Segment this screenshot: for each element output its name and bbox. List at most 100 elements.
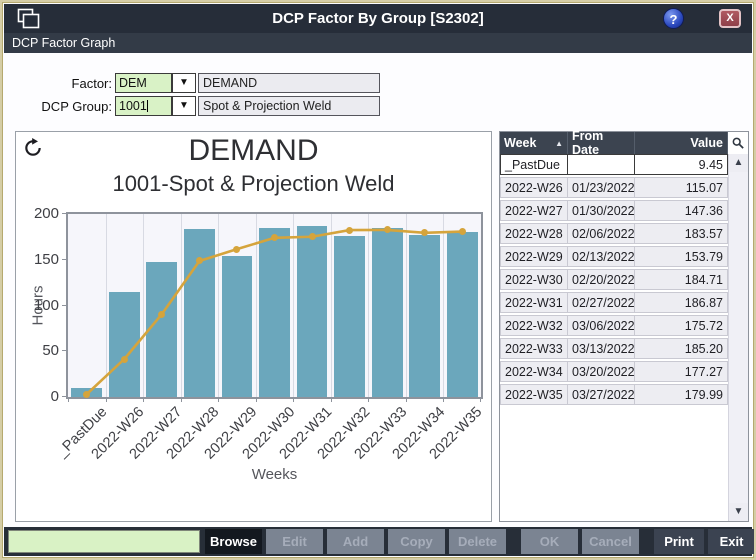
x-tick-mark [143, 397, 144, 402]
vertical-scrollbar[interactable]: ▲ ▼ [728, 154, 748, 521]
ok-button: OK [521, 529, 578, 554]
y-tick-mark [62, 350, 68, 351]
app-bar-title: DCP Factor Graph [4, 33, 752, 53]
table-row[interactable]: 2022-W2902/13/2022153.79 [500, 246, 728, 267]
x-tick-mark [406, 397, 407, 402]
cell-value: 184.71 [635, 269, 728, 290]
chart-panel: DEMAND 1001-Spot & Projection Weld Hours… [15, 131, 492, 522]
delete-button: Delete [449, 529, 506, 554]
cell-value: 9.45 [635, 154, 728, 175]
factor-dropdown-icon[interactable]: ▼ [172, 73, 196, 93]
cell-value: 175.72 [635, 315, 728, 336]
y-tick-mark [62, 259, 68, 260]
cell-date: 03/13/2022 [568, 338, 635, 359]
line-marker [346, 227, 353, 234]
cell-week: 2022-W27 [500, 200, 568, 221]
toolbar-buttons: BrowseEditAddCopyDelete OKCancel PrintExit [205, 529, 755, 554]
x-tick-mark [368, 397, 369, 402]
cell-value: 147.36 [635, 200, 728, 221]
browse-button[interactable]: Browse [205, 529, 262, 554]
exit-button[interactable]: Exit [708, 529, 755, 554]
cell-week: 2022-W28 [500, 223, 568, 244]
dcp-group-name-field: Spot & Projection Weld [198, 96, 380, 116]
table-header: Week▲ From Date Value [500, 132, 748, 154]
scroll-down-icon[interactable]: ▼ [729, 503, 748, 521]
data-table: Week▲ From Date Value _PastDue9.452022-W… [499, 131, 749, 522]
chart-subtitle: 1001-Spot & Projection Weld [16, 171, 491, 197]
column-header-value[interactable]: Value [635, 132, 728, 154]
line-marker [83, 391, 90, 398]
cell-week: 2022-W33 [500, 338, 568, 359]
search-icon[interactable] [728, 132, 748, 154]
dcp-group-dropdown-icon[interactable]: ▼ [172, 96, 196, 116]
line-marker [158, 311, 165, 318]
cell-date [568, 154, 635, 175]
text-cursor [147, 100, 148, 112]
status-input[interactable] [8, 530, 200, 553]
y-tick-label: 50 [19, 342, 59, 359]
dcp-group-code-input[interactable]: 1001 [115, 96, 172, 116]
cell-value: 177.27 [635, 361, 728, 382]
table-row[interactable]: 2022-W2802/06/2022183.57 [500, 223, 728, 244]
table-row[interactable]: 2022-W3102/27/2022186.87 [500, 292, 728, 313]
line-marker [121, 356, 128, 363]
bottom-toolbar: BrowseEditAddCopyDelete OKCancel PrintExit [4, 527, 752, 556]
table-body: _PastDue9.452022-W2601/23/2022115.072022… [500, 154, 728, 521]
y-tick-label: 150 [19, 251, 59, 268]
table-row[interactable]: 2022-W3002/20/2022184.71 [500, 269, 728, 290]
cell-value: 153.79 [635, 246, 728, 267]
cell-date: 03/27/2022 [568, 384, 635, 405]
line-marker [459, 228, 466, 235]
cell-date: 02/20/2022 [568, 269, 635, 290]
cell-value: 186.87 [635, 292, 728, 313]
table-row[interactable]: 2022-W3403/20/2022177.27 [500, 361, 728, 382]
cancel-button: Cancel [582, 529, 639, 554]
y-tick-label: 0 [19, 388, 59, 405]
cell-week: 2022-W35 [500, 384, 568, 405]
cell-value: 115.07 [635, 177, 728, 198]
title-bar: DCP Factor By Group [S2302] ? X [4, 4, 752, 33]
x-tick-mark [443, 397, 444, 402]
cell-value: 183.57 [635, 223, 728, 244]
x-tick-mark [331, 397, 332, 402]
chart-title: DEMAND [16, 134, 491, 168]
cascade-windows-icon[interactable] [17, 8, 41, 30]
table-row[interactable]: 2022-W2601/23/2022115.07 [500, 177, 728, 198]
x-tick-mark [256, 397, 257, 402]
cell-week: 2022-W34 [500, 361, 568, 382]
factor-code-input[interactable]: DEM [115, 73, 172, 93]
sort-asc-icon: ▲ [555, 139, 563, 148]
table-row[interactable]: 2022-W3503/27/2022179.99 [500, 384, 728, 405]
cell-value: 179.99 [635, 384, 728, 405]
table-row[interactable]: _PastDue9.45 [500, 154, 728, 175]
table-row[interactable]: 2022-W3203/06/2022175.72 [500, 315, 728, 336]
cell-date: 03/06/2022 [568, 315, 635, 336]
x-tick-mark [106, 397, 107, 402]
cell-week: 2022-W31 [500, 292, 568, 313]
cell-date: 03/20/2022 [568, 361, 635, 382]
cell-week: 2022-W29 [500, 246, 568, 267]
help-button[interactable]: ? [663, 8, 684, 29]
cell-value: 185.20 [635, 338, 728, 359]
copy-button: Copy [388, 529, 445, 554]
y-tick-label: 100 [19, 297, 59, 314]
add-button: Add [327, 529, 384, 554]
table-row[interactable]: 2022-W3303/13/2022185.20 [500, 338, 728, 359]
table-row[interactable]: 2022-W2701/30/2022147.36 [500, 200, 728, 221]
print-button[interactable]: Print [654, 529, 704, 554]
cell-date: 01/30/2022 [568, 200, 635, 221]
y-tick-mark [62, 213, 68, 214]
edit-button: Edit [266, 529, 323, 554]
x-tick-mark [293, 397, 294, 402]
factor-name-field: DEMAND [198, 73, 380, 93]
y-tick-mark [62, 305, 68, 306]
plot-area: Hours Weeks Factor Value3 Weeks Average … [66, 212, 483, 399]
column-header-week[interactable]: Week▲ [500, 132, 568, 154]
close-button[interactable]: X [719, 9, 741, 28]
cell-date: 02/27/2022 [568, 292, 635, 313]
cell-week: 2022-W26 [500, 177, 568, 198]
scroll-up-icon[interactable]: ▲ [729, 154, 748, 172]
y-tick-label: 200 [19, 205, 59, 222]
column-header-from-date[interactable]: From Date [568, 132, 635, 154]
line-marker [309, 233, 316, 240]
